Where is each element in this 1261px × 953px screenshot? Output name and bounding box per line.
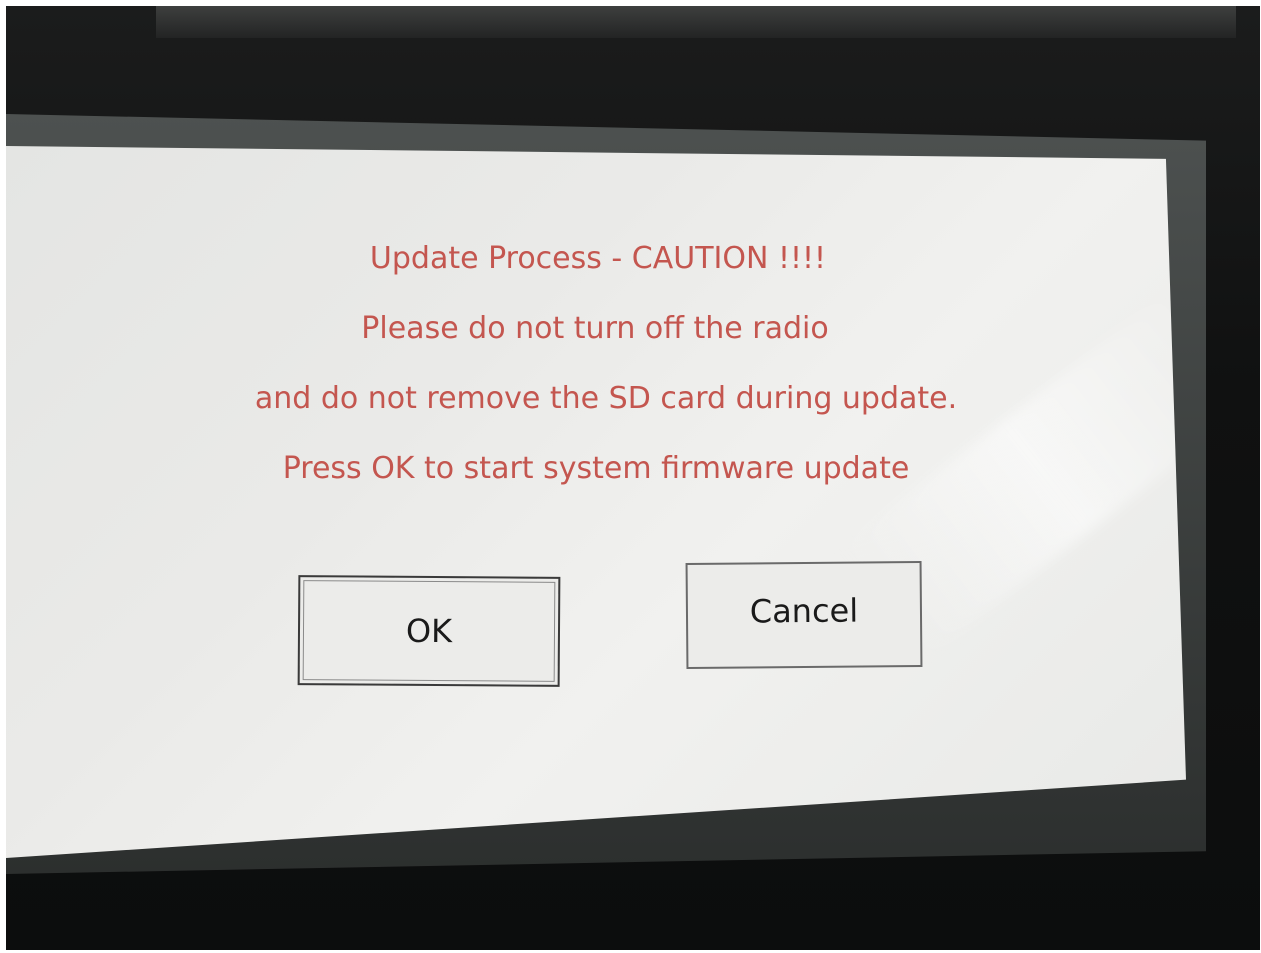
- cancel-button[interactable]: Cancel: [685, 560, 923, 670]
- message-line-sd-card: and do not remove the SD card during upd…: [254, 381, 958, 416]
- update-caution-message: Update Process - CAUTION !!!! Please do …: [6, 224, 1186, 504]
- device-bezel: Update Process - CAUTION !!!! Please do …: [6, 6, 1260, 950]
- message-line-power: Please do not turn off the radio: [361, 311, 829, 346]
- dialog-title: Update Process - CAUTION !!!!: [369, 241, 827, 276]
- device-screen: Update Process - CAUTION !!!! Please do …: [6, 146, 1186, 858]
- photo-frame: Update Process - CAUTION !!!! Please do …: [0, 0, 1261, 953]
- bezel-top-detail: [156, 6, 1236, 38]
- ok-button[interactable]: OK: [297, 575, 561, 687]
- message-line-instruction: Press OK to start system firmware update: [282, 451, 910, 486]
